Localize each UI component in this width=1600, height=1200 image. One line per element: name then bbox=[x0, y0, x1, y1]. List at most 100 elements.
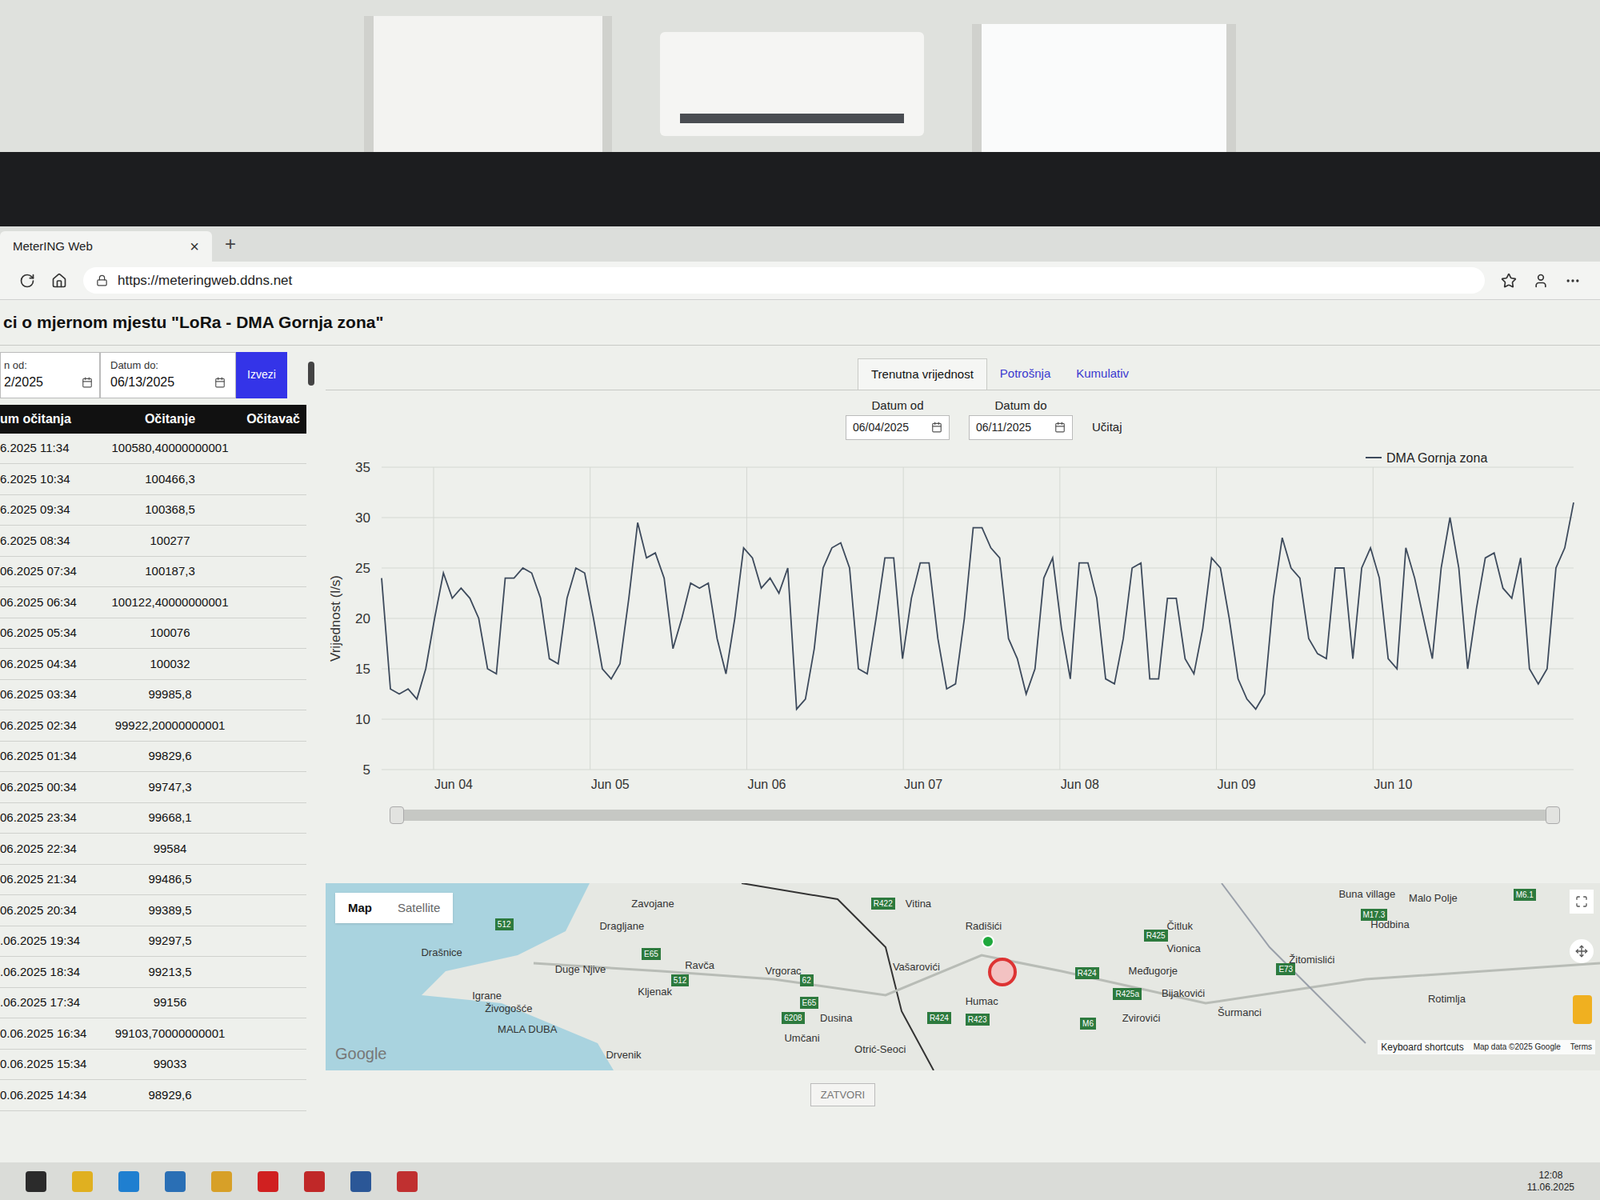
photo-scene: MeterING Web×+ https://meteringweb.ddns.n… bbox=[0, 0, 1600, 1200]
fullscreen-button[interactable] bbox=[1569, 889, 1594, 914]
menu-icon[interactable] bbox=[1564, 272, 1581, 289]
svg-text:Jun 07: Jun 07 bbox=[904, 777, 943, 792]
map-place-label: Žitomislići bbox=[1288, 952, 1335, 968]
table-row[interactable]: .06.2025 19:3499297,5 bbox=[0, 926, 307, 958]
taskbar-app-icon[interactable] bbox=[211, 1171, 232, 1192]
road-badge: 512 bbox=[671, 974, 690, 987]
table-row[interactable]: 06.2025 00:3499747,3 bbox=[0, 772, 307, 804]
home-icon[interactable] bbox=[51, 272, 68, 289]
table-row[interactable]: 06.2025 02:3499922,20000000001 bbox=[0, 710, 307, 742]
table-row[interactable]: 6.2025 10:34100466,3 bbox=[0, 464, 307, 496]
close-tab-button[interactable]: × bbox=[189, 234, 200, 259]
table-row[interactable]: 0.06.2025 15:3499033 bbox=[0, 1049, 307, 1081]
table-header: um očitanjaOčitanjeOčitavač bbox=[0, 404, 307, 434]
road-badge: M17.3 bbox=[1360, 908, 1388, 921]
calendar-icon[interactable] bbox=[214, 376, 226, 388]
map-place-label: Zvirovići bbox=[1122, 1010, 1161, 1027]
map-place-label: Drašnice bbox=[420, 944, 462, 961]
favorite-icon[interactable] bbox=[1500, 272, 1517, 289]
tab-strip: MeterING Web×+ bbox=[0, 226, 1600, 262]
table-row[interactable]: 6.2025 08:34100277 bbox=[0, 525, 307, 557]
close-button[interactable]: ZATVORI bbox=[810, 1083, 876, 1108]
map-place-label: Igrane bbox=[472, 988, 502, 1004]
reload-icon[interactable] bbox=[19, 272, 36, 289]
taskbar-app-icon[interactable] bbox=[164, 1171, 186, 1192]
table-row[interactable]: 06.2025 21:3499486,5 bbox=[0, 864, 307, 896]
scrollbar[interactable] bbox=[308, 361, 315, 386]
map-type-button[interactable]: Map bbox=[335, 892, 385, 924]
table-row[interactable]: .06.2025 18:3499213,5 bbox=[0, 956, 307, 988]
table-row[interactable]: 06.2025 07:34100187,3 bbox=[0, 556, 307, 588]
taskbar-app-icon[interactable] bbox=[118, 1171, 140, 1192]
calendar-icon[interactable] bbox=[1054, 421, 1066, 433]
table-row[interactable]: 06.2025 03:3499985,8 bbox=[0, 680, 307, 712]
map-place-label: Ravča bbox=[684, 957, 715, 974]
chart-tab[interactable]: Kumulativ bbox=[1063, 358, 1142, 391]
readings-panel: n od:2/2025Datum do:06/13/2025Izvezi um o… bbox=[0, 345, 316, 1164]
address-field[interactable]: https://meteringweb.ddns.net bbox=[83, 267, 1485, 295]
browser-tab[interactable]: MeterING Web× bbox=[0, 231, 212, 262]
map-type-control: MapSatellite bbox=[335, 892, 453, 924]
map-type-button[interactable]: Satellite bbox=[384, 892, 453, 924]
map-place-label: Živogošće bbox=[484, 1000, 532, 1017]
map[interactable]: MapSatelliteZavojaneDragljaneDrašniceDug… bbox=[325, 883, 1600, 1071]
export-button[interactable]: Izvezi bbox=[236, 352, 288, 399]
location-pin-icon[interactable] bbox=[981, 935, 995, 948]
road-badge: R424 bbox=[927, 1012, 952, 1024]
window-blind bbox=[972, 24, 1236, 160]
chart-date-from[interactable]: Datum od06/04/2025 bbox=[845, 396, 950, 440]
calendar-icon[interactable] bbox=[81, 376, 93, 388]
air-conditioner bbox=[660, 32, 924, 136]
taskbar-app-icon[interactable] bbox=[25, 1171, 47, 1192]
table-row[interactable]: 06.2025 04:34100032 bbox=[0, 648, 307, 680]
svg-text:Jun 10: Jun 10 bbox=[1373, 777, 1412, 792]
date-from-field[interactable]: n od:2/2025 bbox=[0, 352, 100, 399]
street-view-icon[interactable] bbox=[1572, 995, 1592, 1024]
svg-text:DMA Gornja zona: DMA Gornja zona bbox=[1386, 451, 1488, 465]
table-row[interactable]: 06.2025 22:3499584 bbox=[0, 833, 307, 865]
chart-tab[interactable]: Trenutna vrijednost bbox=[857, 358, 988, 391]
new-tab-button[interactable]: + bbox=[212, 229, 249, 262]
window-blind bbox=[364, 16, 612, 152]
table-row[interactable]: 0.06.2025 16:3499103,70000000001 bbox=[0, 1018, 307, 1050]
table-row[interactable]: 6.2025 09:34100368,5 bbox=[0, 495, 307, 527]
table-row[interactable]: 0.06.2025 14:3498929,6 bbox=[0, 1080, 307, 1112]
range-handle[interactable] bbox=[1545, 806, 1560, 824]
road-badge: M6.1 bbox=[1513, 888, 1536, 901]
table-row[interactable]: 06.2025 01:3499829,6 bbox=[0, 741, 307, 773]
chart-date-to[interactable]: Datum do06/11/2025 bbox=[968, 396, 1073, 440]
table-row[interactable]: 06.2025 06:34100122,40000000001 bbox=[0, 587, 307, 619]
clock[interactable]: 12:0811.06.2025 bbox=[1527, 1169, 1575, 1194]
table-row[interactable]: 06.2025 23:3499668,1 bbox=[0, 803, 307, 835]
road-badge: M6 bbox=[1080, 1017, 1096, 1030]
pan-button[interactable] bbox=[1569, 939, 1594, 964]
taskbar-app-icon[interactable] bbox=[350, 1171, 372, 1192]
taskbar-app-icon[interactable] bbox=[396, 1171, 418, 1192]
svg-text:35: 35 bbox=[355, 460, 371, 476]
table-row[interactable]: 06.2025 05:34100076 bbox=[0, 618, 307, 650]
calendar-icon[interactable] bbox=[931, 421, 943, 433]
taskbar: 12:0811.06.2025 bbox=[0, 1162, 1600, 1200]
meter-marker[interactable] bbox=[988, 957, 1017, 987]
table-row[interactable]: .06.2025 17:3499156 bbox=[0, 988, 307, 1020]
svg-text:Jun 09: Jun 09 bbox=[1217, 777, 1256, 792]
map-place-label: Vašarovići bbox=[892, 959, 940, 976]
lock-icon bbox=[96, 274, 108, 287]
table-row[interactable]: 06.2025 20:3499389,5 bbox=[0, 895, 307, 927]
range-slider[interactable] bbox=[389, 809, 1560, 821]
svg-text:10: 10 bbox=[355, 712, 371, 728]
table-row[interactable]: 6.2025 11:34100580,40000000001 bbox=[0, 433, 307, 465]
svg-text:Jun 05: Jun 05 bbox=[591, 777, 630, 792]
page: ci o mjernom mjestu "LoRa - DMA Gornja z… bbox=[0, 300, 1600, 1163]
taskbar-app-icon[interactable] bbox=[72, 1171, 93, 1192]
load-button[interactable]: Učitaj bbox=[1092, 418, 1123, 440]
monitor-bezel bbox=[0, 152, 1600, 227]
map-place-label: Drvenik bbox=[605, 1047, 641, 1064]
profile-icon[interactable] bbox=[1532, 272, 1549, 289]
range-handle[interactable] bbox=[389, 806, 404, 824]
chart-tab[interactable]: Potrošnja bbox=[987, 358, 1064, 391]
date-to-field[interactable]: Datum do:06/13/2025 bbox=[100, 352, 236, 399]
taskbar-app-icon[interactable] bbox=[304, 1171, 325, 1192]
taskbar-app-icon[interactable] bbox=[257, 1171, 279, 1192]
map-place-label: Vionica bbox=[1166, 940, 1200, 957]
